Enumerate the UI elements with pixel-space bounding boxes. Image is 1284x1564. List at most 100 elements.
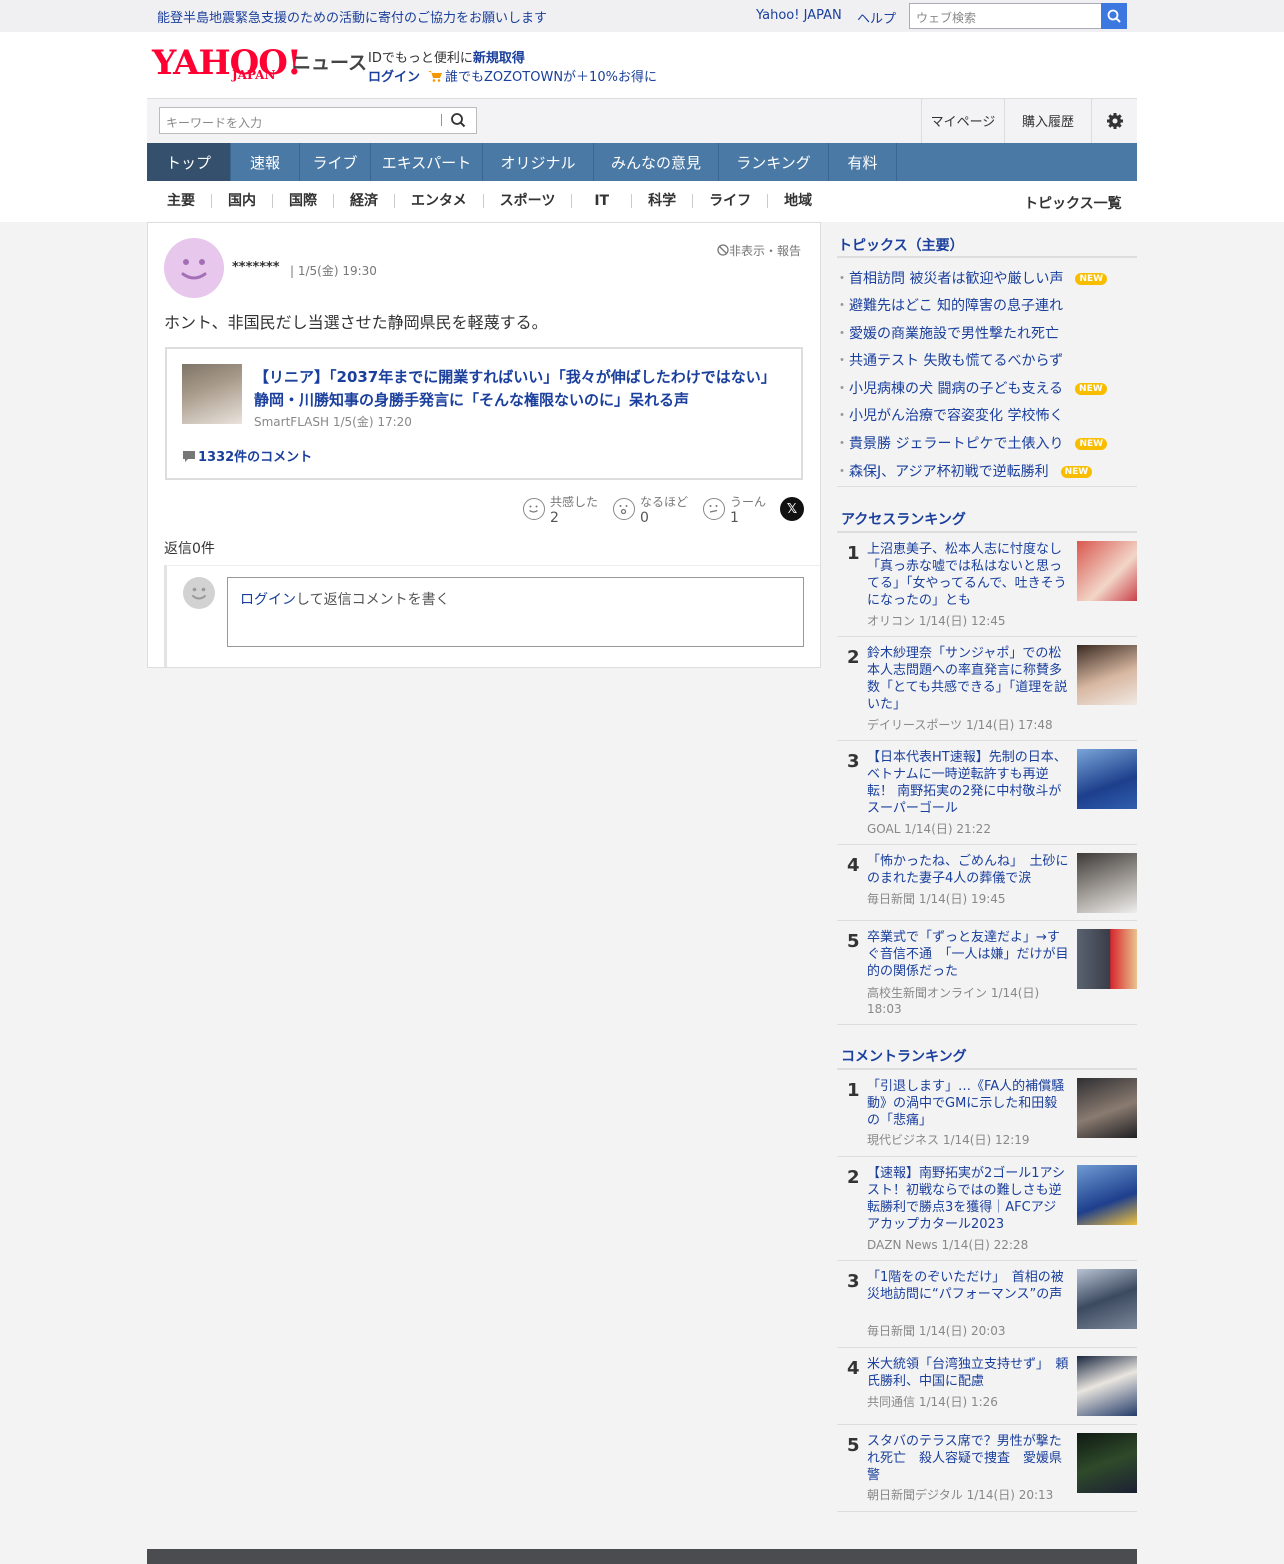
ranking-item[interactable]: 5 卒業式で「ずっと友達だよ」→すぐ音信不通 「一人は嫌」だけが目的の関係だった高… <box>837 921 1137 1025</box>
footer-bar <box>147 1549 1137 1564</box>
rank-thumbnail[interactable] <box>1077 1356 1137 1416</box>
reply-count: 返信0件 <box>164 541 215 557</box>
subnav-life[interactable]: ライフ <box>693 194 769 208</box>
yahoo-logo-japan: JAPAN <box>232 68 276 82</box>
nav-ranking[interactable]: ランキング <box>719 143 829 181</box>
rank-thumbnail[interactable] <box>1077 541 1137 601</box>
comment-ranking-heading[interactable]: コメントランキング <box>841 1046 967 1066</box>
hmm-button[interactable] <box>703 498 725 520</box>
nav-paid[interactable]: 有料 <box>829 143 897 181</box>
rank-thumbnail[interactable] <box>1077 853 1137 913</box>
empathy-button[interactable] <box>523 498 545 520</box>
subnav-science[interactable]: 科学 <box>632 194 694 208</box>
hide-report-button[interactable]: 非表示・報告 <box>717 242 801 259</box>
rank-number: 1 <box>847 543 860 564</box>
rank-title[interactable]: 上沼恵美子、松本人志に忖度なし「真っ赤な嘘では私はないと思ってる」「女やってるん… <box>867 541 1069 609</box>
settings-button[interactable] <box>1091 98 1137 143</box>
topic-item[interactable]: 首相訪問 被災者は歓迎や厳しい声 NEW <box>835 268 1108 288</box>
comment-text: ホント、非国民だし当選させた静岡県民を軽蔑する。 <box>164 313 548 332</box>
ranking-item[interactable]: 3 「1階をのぞいただけ」 首相の被災地訪問に“パフォーマンス”の声 毎日新聞 1/… <box>837 1261 1137 1348</box>
nav-breaking[interactable]: 速報 <box>231 143 300 181</box>
rank-title[interactable]: スタバのテラス席で？男性が撃たれ死亡 殺人容疑で捜査 愛媛県警 <box>867 1433 1069 1484</box>
yahoo-japan-link[interactable]: Yahoo! JAPAN <box>756 8 842 23</box>
topic-item[interactable]: 小児病棟の犬 闘病の子ども支える NEW <box>835 378 1107 398</box>
purchase-history-button[interactable]: 購入履歴 <box>1004 98 1091 143</box>
ranking-item[interactable]: 5 スタバのテラス席で？男性が撃たれ死亡 殺人容疑で捜査 愛媛県警 朝日新聞デジタル… <box>837 1425 1137 1512</box>
subnav-economy[interactable]: 経済 <box>334 194 395 208</box>
rank-thumbnail[interactable] <box>1077 1269 1137 1329</box>
insight-reaction[interactable]: なるほど 0 <box>640 494 688 526</box>
nav-live[interactable]: ライブ <box>300 143 371 181</box>
article-thumbnail[interactable] <box>182 364 242 424</box>
subnav-world[interactable]: 国際 <box>273 194 334 208</box>
rank-title[interactable]: 「1階をのぞいただけ」 首相の被災地訪問に“パフォーマンス”の声 <box>867 1269 1069 1303</box>
new-badge: NEW <box>1075 438 1108 450</box>
signup-link[interactable]: 新規取得 <box>473 51 525 66</box>
subnav-sports[interactable]: スポーツ <box>484 194 573 208</box>
confused-icon <box>709 505 718 513</box>
rank-title[interactable]: 「怖かったね、ごめんね」 土砂にのまれた妻子4人の葬儀で涙 <box>867 853 1069 887</box>
subnav-local[interactable]: 地域 <box>768 194 828 208</box>
rank-title[interactable]: 「引退します」…《FA人的補償騒動》の渦中でGMに示した和田毅の「悲痛」 <box>867 1078 1069 1129</box>
rank-source: 共同通信 1/14(日) 1:26 <box>867 1395 998 1409</box>
subnav-it[interactable]: IT <box>572 194 633 208</box>
ranking-item[interactable]: 2 鈴木紗理奈「サンジャポ」での松本人志問題への率直発言に称賛多数「とても共感でき… <box>837 637 1137 741</box>
donation-link[interactable]: 能登半島地震緊急支援のための活動に寄付のご協力をお願いします <box>157 7 547 26</box>
topic-item[interactable]: 愛媛の商業施設で男性撃たれ死亡 <box>835 323 1059 343</box>
subnav-entertainment[interactable]: エンタメ <box>395 194 484 208</box>
ranking-item[interactable]: 3 【日本代表HT速報】先制の日本、ベトナムに一時逆転許すも再逆転！ 南野拓実の2… <box>837 741 1137 845</box>
nav-original[interactable]: オリジナル <box>483 143 594 181</box>
topic-item[interactable]: 小児がん治療で容姿変化 学校怖く <box>835 405 1063 425</box>
hmm-reaction[interactable]: うーん 1 <box>730 494 766 526</box>
rank-thumbnail[interactable] <box>1077 1433 1137 1493</box>
article-title[interactable]: 【リニア】「2037年までに開業すればいい」「我々が伸ばしたわけではない」 静岡… <box>254 366 794 412</box>
access-ranking-heading[interactable]: アクセスランキング <box>841 509 966 529</box>
web-search-input[interactable]: ウェブ検索 <box>909 3 1102 29</box>
ranking-item[interactable]: 2 【速報】南野拓実が2ゴール1アシスト！初戦ならではの難しさも逆転勝利で勝点3を… <box>837 1157 1137 1261</box>
rank-title[interactable]: 米大統領「台湾独立支持せず」 頼氏勝利、中国に配慮 <box>867 1356 1069 1390</box>
insight-button[interactable] <box>613 498 635 520</box>
reply-login-link[interactable]: ログイン <box>240 592 296 608</box>
subnav-major[interactable]: 主要 <box>147 194 212 208</box>
smile-icon <box>529 505 538 513</box>
rank-thumbnail[interactable] <box>1077 645 1137 705</box>
help-link[interactable]: ヘルプ <box>857 8 896 27</box>
ranking-item[interactable]: 4 「怖かったね、ごめんね」 土砂にのまれた妻子4人の葬儀で涙 毎日新聞 1/14(… <box>837 845 1137 921</box>
rank-title[interactable]: 卒業式で「ずっと友達だよ」→すぐ音信不通 「一人は嫌」だけが目的の関係だった <box>867 929 1069 980</box>
rank-thumbnail[interactable] <box>1077 1165 1137 1225</box>
yahoo-logo[interactable]: YAHOO! <box>152 46 302 80</box>
nav-opinions[interactable]: みんなの意見 <box>594 143 719 181</box>
ranking-item[interactable]: 1 「引退します」…《FA人的補償騒動》の渦中でGMに示した和田毅の「悲痛」 現代ビ… <box>837 1070 1137 1157</box>
rank-thumbnail[interactable] <box>1077 749 1137 809</box>
web-search-button[interactable] <box>1101 3 1127 29</box>
rank-title[interactable]: 【日本代表HT速報】先制の日本、ベトナムに一時逆転許すも再逆転！ 南野拓実の2発… <box>867 749 1069 817</box>
subnav-domestic[interactable]: 国内 <box>212 194 273 208</box>
nav-top[interactable]: トップ <box>147 143 231 181</box>
zozo-link[interactable]: 誰でもZOZOTOWNが＋10%お得に <box>445 70 657 85</box>
rank-title[interactable]: 【速報】南野拓実が2ゴール1アシスト！初戦ならではの難しさも逆転勝利で勝点3を獲… <box>867 1165 1069 1233</box>
ranking-item[interactable]: 4 米大統領「台湾独立支持せず」 頼氏勝利、中国に配慮 共同通信 1/14(日) 1… <box>837 1348 1137 1425</box>
news-logo[interactable]: ニュース <box>292 48 367 75</box>
rank-thumbnail[interactable] <box>1077 929 1137 989</box>
empathy-reaction[interactable]: 共感した 2 <box>550 494 598 526</box>
rank-source: 高校生新聞オンライン 1/14(日) 18:03 <box>867 986 1040 1016</box>
reply-input[interactable]: ログインして返信コメントを書く <box>227 577 804 647</box>
search-icon[interactable] <box>450 112 466 128</box>
topic-item[interactable]: 森保J、アジア杯初戦で逆転勝利 NEW <box>835 461 1093 481</box>
login-link[interactable]: ログイン <box>368 70 420 85</box>
rank-number: 1 <box>847 1080 860 1101</box>
keyword-input[interactable]: キーワードを入力 <box>159 107 477 134</box>
rank-title[interactable]: 鈴木紗理奈「サンジャポ」での松本人志問題への率直発言に称賛多数「とても共感できる… <box>867 645 1069 713</box>
rank-thumbnail[interactable] <box>1077 1078 1137 1138</box>
mypage-button[interactable]: マイページ <box>921 98 1004 143</box>
nav-expert[interactable]: エキスパート <box>371 143 483 181</box>
topics-heading[interactable]: トピックス（主要） <box>838 235 964 255</box>
new-badge: NEW <box>1075 273 1108 285</box>
topics-all-link[interactable]: トピックス一覧 <box>1024 193 1122 213</box>
topic-item[interactable]: 共通テスト 失敗も慌てるべからず <box>835 350 1063 370</box>
ranking-item[interactable]: 1 上沼恵美子、松本人志に忖度なし「真っ赤な嘘では私はないと思ってる」「女やってる… <box>837 533 1137 637</box>
topic-item[interactable]: 貴景勝 ジェラートピケで土俵入り NEW <box>835 433 1108 453</box>
article-comments-link[interactable]: 1332件のコメント <box>182 446 312 465</box>
topic-item[interactable]: 避難先はどこ 知的障害の息子連れ <box>835 295 1063 315</box>
x-share-button[interactable]: 𝕏 <box>780 497 804 521</box>
